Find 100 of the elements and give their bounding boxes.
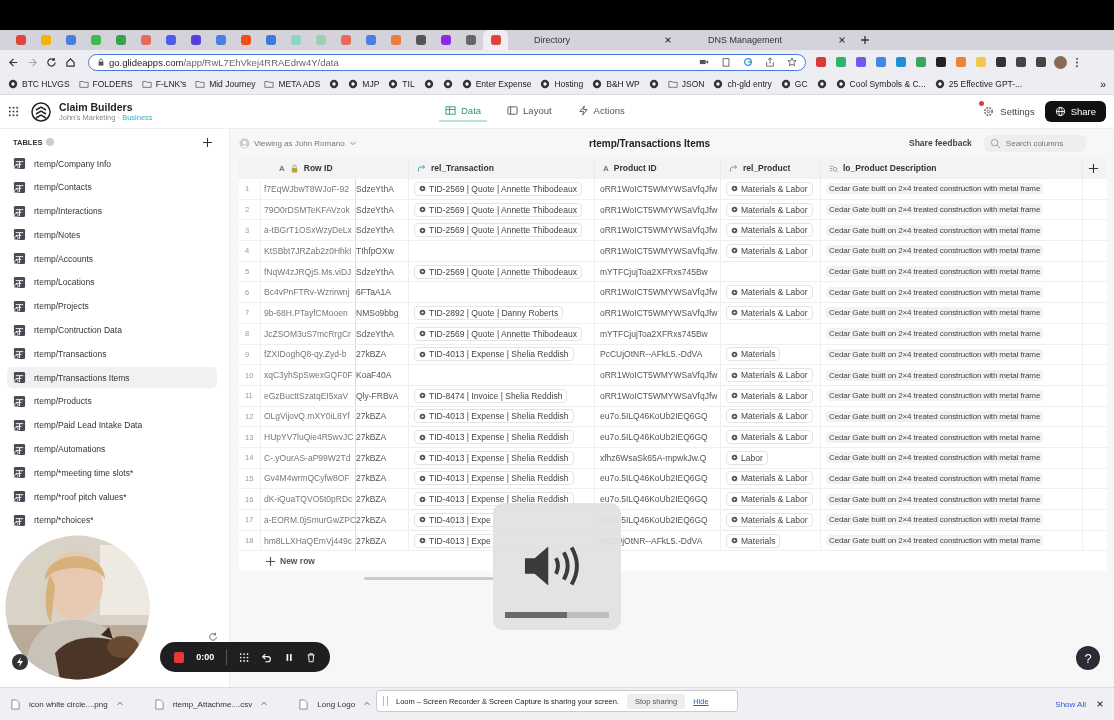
reload-icon[interactable]: [46, 56, 57, 68]
bookmark[interactable]: META ADS: [264, 79, 321, 89]
bookmark[interactable]: [648, 79, 659, 89]
sidebar-item[interactable]: rtemp/*roof pitch values*: [7, 486, 217, 508]
bookmark[interactable]: FOLDERS: [78, 79, 133, 89]
sidebar-item[interactable]: rtemp/Transactions Items: [7, 367, 217, 389]
relation-chip[interactable]: TID-4013 | Expe: [414, 533, 496, 548]
relation-chip[interactable]: Materials & Labor: [726, 305, 813, 320]
home-icon[interactable]: [65, 56, 76, 68]
refresh-icon[interactable]: [208, 632, 218, 642]
relation-chip[interactable]: Materials & Labor: [726, 492, 813, 507]
bolt-icon[interactable]: [12, 654, 28, 670]
relation-chip[interactable]: TID-4013 | Expense | Shelia Reddish: [414, 492, 574, 507]
back-icon[interactable]: [8, 56, 19, 68]
relation-chip[interactable]: Materials: [726, 347, 781, 362]
download-item[interactable]: rtemp_Attachme....csv: [153, 698, 269, 710]
sidebar-item[interactable]: rtemp/*meeting time slots*: [7, 462, 217, 484]
relation-chip[interactable]: TID-4013 | Expense | Shelia Reddish: [414, 450, 574, 465]
browser-tab[interactable]: Directory: [508, 35, 664, 45]
bookmark[interactable]: BTC HLVGS: [8, 79, 70, 89]
sidebar-item[interactable]: rtemp/*choices*: [7, 509, 217, 531]
sidebar-item[interactable]: rtemp/Automations: [7, 438, 217, 460]
share-feedback-link[interactable]: Share feedback: [909, 138, 972, 148]
relation-chip[interactable]: TID-2569 | Quote | Annette Thibodeaux: [414, 264, 582, 279]
relation-chip[interactable]: TID-4013 | Expense | Shelia Reddish: [414, 430, 574, 445]
sidebar-item[interactable]: rtemp/Company Info: [7, 153, 217, 174]
sidebar-item[interactable]: rtemp/Products: [7, 390, 217, 412]
relation-chip[interactable]: TID-2892 | Quote | Danny Roberts: [414, 305, 564, 320]
share-icon[interactable]: [765, 57, 775, 67]
scrollbar[interactable]: [364, 577, 494, 581]
relation-chip[interactable]: Materials & Labor: [726, 388, 813, 403]
drag-handle-icon[interactable]: [383, 696, 388, 706]
sidebar-item[interactable]: rtemp/Projects: [7, 295, 217, 317]
sidebar-item[interactable]: rtemp/Notes: [7, 224, 217, 246]
relation-chip[interactable]: Materials: [726, 533, 781, 548]
show-all-link[interactable]: Show All: [1055, 699, 1086, 709]
close-icon[interactable]: [838, 36, 846, 44]
bookmark[interactable]: [329, 79, 340, 89]
search-field[interactable]: Search columns: [983, 134, 1086, 152]
menu-icon[interactable]: [1075, 56, 1079, 68]
relation-chip[interactable]: Materials & Labor: [726, 471, 813, 486]
undo-icon[interactable]: [261, 651, 272, 663]
search-input[interactable]: Search columns: [1005, 138, 1076, 148]
relation-chip[interactable]: Materials & Labor: [726, 202, 813, 217]
relation-chip[interactable]: Materials & Labor: [726, 512, 813, 527]
relation-chip[interactable]: TID-2569 | Quote | Annette Thibodeaux: [414, 202, 582, 217]
bookmark[interactable]: Hosting: [540, 79, 584, 89]
bookmark[interactable]: JSON: [667, 79, 705, 89]
sidebar-item[interactable]: rtemp/Transactions: [7, 343, 217, 365]
nav-tab[interactable]: Data: [439, 101, 488, 122]
address-bar[interactable]: go.glideapps.com/app/RwL7EhVkej4RRAEdrw4Y/data: [88, 53, 806, 71]
google-icon[interactable]: [743, 57, 753, 67]
nav-tab[interactable]: Layout: [501, 101, 558, 122]
bookmark[interactable]: GC: [780, 79, 808, 89]
download-item[interactable]: icon white circle....png: [10, 698, 124, 710]
bookmark[interactable]: [816, 79, 827, 89]
camera-icon[interactable]: [699, 57, 709, 67]
relation-chip[interactable]: Materials & Labor: [726, 223, 813, 238]
trash-icon[interactable]: [305, 651, 317, 663]
sidebar-item[interactable]: rtemp/Accounts: [7, 248, 217, 270]
plus-icon[interactable]: [860, 35, 870, 45]
new-row-button[interactable]: New row: [265, 555, 315, 567]
sidebar-item[interactable]: rtemp/Contacts: [7, 176, 217, 198]
stop-recording-button[interactable]: [174, 651, 185, 663]
relation-chip[interactable]: TID-2569 | Quote | Annette Thibodeaux: [414, 326, 582, 341]
share-button[interactable]: Share: [1044, 101, 1106, 122]
relation-chip[interactable]: Materials & Labor: [726, 368, 813, 383]
sidebar-item[interactable]: rtemp/Contruction Data: [7, 319, 217, 341]
bookmark[interactable]: MJP: [348, 79, 380, 89]
settings-button[interactable]: Settings: [973, 102, 1045, 121]
bookmark[interactable]: Enter Expense: [461, 79, 532, 89]
star-icon[interactable]: [787, 57, 797, 67]
dots-grid-icon[interactable]: [239, 651, 250, 663]
more-bookmarks[interactable]: »: [1099, 78, 1106, 90]
add-icon[interactable]: [202, 136, 213, 148]
relation-chip[interactable]: Materials & Labor: [726, 181, 813, 196]
browser-tab[interactable]: [483, 30, 508, 50]
bookmark[interactable]: F-LNK's: [141, 79, 187, 89]
bookmark[interactable]: Mid Journey: [195, 79, 256, 89]
bookmark[interactable]: Cool Symbols & C...: [835, 79, 926, 89]
relation-chip[interactable]: TID-2569 | Quote | Annette Thibodeaux: [414, 223, 582, 238]
relation-chip[interactable]: TID-4013 | Expe: [414, 512, 496, 527]
bookmark[interactable]: B&H WP: [592, 79, 640, 89]
relation-chip[interactable]: TID-4013 | Expense | Shelia Reddish: [414, 471, 574, 486]
relation-chip[interactable]: TID-2569 | Quote | Annette Thibodeaux: [414, 181, 582, 196]
relation-chip[interactable]: Materials & Labor: [726, 430, 813, 445]
close-icon[interactable]: [1096, 700, 1104, 708]
sidebar-item[interactable]: rtemp/Paid Lead Intake Data: [7, 414, 217, 436]
nav-tab[interactable]: Actions: [571, 101, 631, 122]
browser-tab[interactable]: DNS Management: [682, 35, 838, 45]
bookmark[interactable]: 25 Effective GPT-...: [934, 79, 1023, 89]
download-item[interactable]: Long Logo: [298, 698, 372, 710]
relation-chip[interactable]: Materials & Labor: [726, 243, 813, 258]
bookmark[interactable]: [442, 79, 453, 89]
bookmark[interactable]: [423, 79, 434, 89]
relation-chip[interactable]: TID-4013 | Expense | Shelia Reddish: [414, 347, 574, 362]
relation-chip[interactable]: TID-8474 | Invoice | Shelia Reddish: [414, 388, 568, 403]
bookmark[interactable]: ch-gld entry: [713, 79, 772, 89]
sidebar-item[interactable]: rtemp/Locations: [7, 272, 217, 293]
bookmark[interactable]: TIL: [388, 79, 415, 89]
